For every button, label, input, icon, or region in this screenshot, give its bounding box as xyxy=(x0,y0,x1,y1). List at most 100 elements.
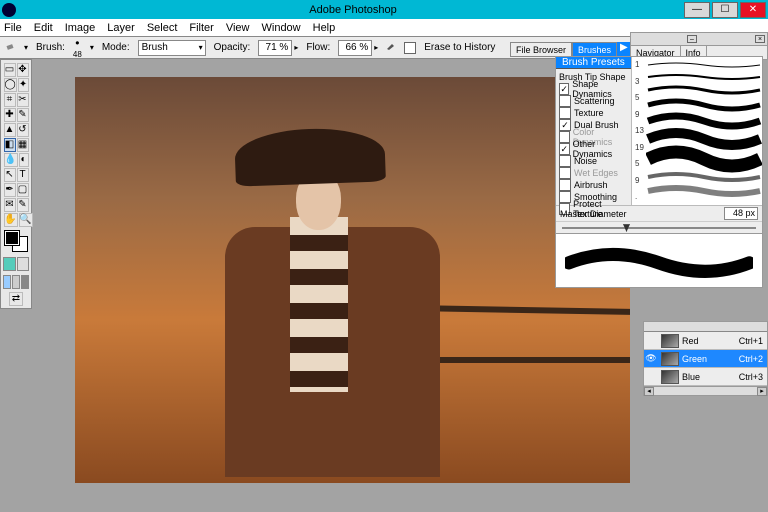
brush-option-texture[interactable]: Texture xyxy=(559,107,628,119)
dodge-tool[interactable]: ◐ xyxy=(19,153,29,167)
menu-help[interactable]: Help xyxy=(313,22,336,34)
eyedropper-tool[interactable]: ✎ xyxy=(17,198,29,212)
jump-to-button[interactable]: ⇄ xyxy=(9,292,23,306)
brush-presets-header[interactable]: Brush Presets xyxy=(556,57,631,69)
blur-tool[interactable]: 💧 xyxy=(4,153,18,167)
history-brush-tool[interactable]: ↺ xyxy=(17,123,29,137)
heal-tool[interactable]: ✚ xyxy=(4,108,16,122)
opacity-input[interactable]: 71 % xyxy=(258,40,292,56)
brush-label: Brush: xyxy=(36,42,65,53)
maximize-button[interactable]: ☐ xyxy=(712,2,738,18)
brush-dropdown-icon[interactable]: ▾ xyxy=(90,43,94,52)
channels-panel: RedCtrl+1👁GreenCtrl+2BlueCtrl+3 ◂ ▸ xyxy=(643,321,768,396)
stamp-tool[interactable]: ▲ xyxy=(4,123,16,137)
canvas[interactable] xyxy=(75,77,630,483)
crop-tool[interactable]: ⌗ xyxy=(4,93,16,107)
brush-stroke-list[interactable]: 1359131959. xyxy=(632,57,762,205)
menu-file[interactable]: File xyxy=(4,22,22,34)
master-diameter-slider[interactable] xyxy=(556,221,762,233)
slice-tool[interactable]: ✂ xyxy=(17,93,29,107)
channel-row-green[interactable]: 👁GreenCtrl+2 xyxy=(644,350,767,368)
quickmask-mode-button[interactable] xyxy=(17,257,30,271)
erase-history-checkbox[interactable] xyxy=(404,42,416,54)
checkbox-icon[interactable] xyxy=(559,191,571,203)
screen-full-button[interactable] xyxy=(21,275,29,289)
zoom-tool[interactable]: 🔍 xyxy=(19,213,33,227)
checkbox-icon[interactable]: ✓ xyxy=(559,119,571,131)
checkbox-icon[interactable] xyxy=(559,107,571,119)
brush-preview xyxy=(556,233,762,287)
document-image xyxy=(75,77,630,483)
wand-tool[interactable]: ✦ xyxy=(18,78,29,92)
standard-mode-button[interactable] xyxy=(3,257,16,271)
checkbox-icon[interactable]: ✓ xyxy=(559,83,569,95)
channel-row-red[interactable]: RedCtrl+1 xyxy=(644,332,767,350)
menu-layer[interactable]: Layer xyxy=(107,22,135,34)
marquee-tool[interactable]: ▭ xyxy=(4,63,16,77)
checkbox-icon[interactable]: ✓ xyxy=(559,143,570,155)
tab-brushes[interactable]: Brushes xyxy=(572,42,617,57)
menu-window[interactable]: Window xyxy=(262,22,301,34)
pen-tool[interactable]: ✒ xyxy=(4,183,16,197)
menu-view[interactable]: View xyxy=(226,22,250,34)
checkbox-icon[interactable] xyxy=(559,179,571,191)
brush-option-shape-dynamics[interactable]: ✓Shape Dynamics xyxy=(559,83,628,95)
opacity-label: Opacity: xyxy=(214,42,251,53)
menu-select[interactable]: Select xyxy=(147,22,178,34)
tab-arrow-icon: ▶ xyxy=(617,42,631,57)
checkbox-icon xyxy=(559,131,570,143)
mode-label: Mode: xyxy=(102,42,130,53)
brush-option-airbrush[interactable]: Airbrush xyxy=(559,179,628,191)
panel-minimize-icon[interactable]: – xyxy=(687,35,697,43)
visibility-icon[interactable]: 👁 xyxy=(644,353,658,364)
brush-option-wet-edges: Wet Edges xyxy=(559,167,628,179)
close-button[interactable]: ✕ xyxy=(740,2,766,18)
checkbox-icon[interactable] xyxy=(559,95,571,107)
channel-thumb xyxy=(661,352,679,366)
tab-file-browser[interactable]: File Browser xyxy=(510,42,572,57)
panel-titlebar[interactable]: – × xyxy=(630,32,768,46)
gradient-tool[interactable]: ▦ xyxy=(17,138,29,152)
airbrush-icon[interactable] xyxy=(386,41,396,54)
channel-row-blue[interactable]: BlueCtrl+3 xyxy=(644,368,767,386)
brush-tool[interactable]: ✎ xyxy=(17,108,29,122)
channel-thumb xyxy=(661,334,679,348)
scroll-left-icon[interactable]: ◂ xyxy=(644,387,654,396)
app-logo-icon xyxy=(2,3,16,17)
menu-edit[interactable]: Edit xyxy=(34,22,53,34)
opacity-chevron-icon[interactable]: ▸ xyxy=(294,43,298,52)
eraser-tool-icon xyxy=(6,41,16,54)
eraser-tool[interactable]: ◧ xyxy=(4,138,16,152)
toolbox: ▭✥ ◯✦ ⌗✂ ✚✎ ▲↺ ◧▦ 💧◐ ↖T ✒▢ ✉✎ ✋🔍 ⇄ xyxy=(0,59,32,309)
minimize-button[interactable]: — xyxy=(684,2,710,18)
color-swatches[interactable] xyxy=(3,231,29,253)
mode-dropdown[interactable]: Brush xyxy=(138,40,206,56)
type-tool[interactable]: T xyxy=(17,168,29,182)
hand-tool[interactable]: ✋ xyxy=(4,213,18,227)
screen-standard-button[interactable] xyxy=(3,275,11,289)
brush-option-other-dynamics[interactable]: ✓Other Dynamics xyxy=(559,143,628,155)
foreground-color[interactable] xyxy=(5,231,19,245)
window-title: Adobe Photoshop xyxy=(22,4,684,16)
flow-label: Flow: xyxy=(306,42,330,53)
flow-input[interactable]: 66 % xyxy=(338,40,372,56)
channel-thumb xyxy=(661,370,679,384)
titlebar: Adobe Photoshop — ☐ ✕ xyxy=(0,0,768,19)
notes-tool[interactable]: ✉ xyxy=(4,198,16,212)
tool-preset-dropdown[interactable]: ▾ xyxy=(24,43,28,52)
screen-full-menu-button[interactable] xyxy=(12,275,20,289)
menu-image[interactable]: Image xyxy=(65,22,96,34)
panel-scrollbar[interactable]: ◂ ▸ xyxy=(644,386,767,395)
scroll-right-icon[interactable]: ▸ xyxy=(757,387,767,396)
path-tool[interactable]: ↖ xyxy=(4,168,16,182)
move-tool[interactable]: ✥ xyxy=(17,63,29,77)
checkbox-icon[interactable] xyxy=(559,155,571,167)
panel-close-icon[interactable]: × xyxy=(755,35,765,43)
erase-history-label: Erase to History xyxy=(424,42,495,53)
menu-filter[interactable]: Filter xyxy=(189,22,213,34)
flow-chevron-icon[interactable]: ▸ xyxy=(374,43,378,52)
lasso-tool[interactable]: ◯ xyxy=(4,78,17,92)
brush-picker[interactable]: • 48 xyxy=(73,36,82,59)
master-diameter-input[interactable]: 48 px xyxy=(724,207,758,220)
shape-tool[interactable]: ▢ xyxy=(17,183,29,197)
